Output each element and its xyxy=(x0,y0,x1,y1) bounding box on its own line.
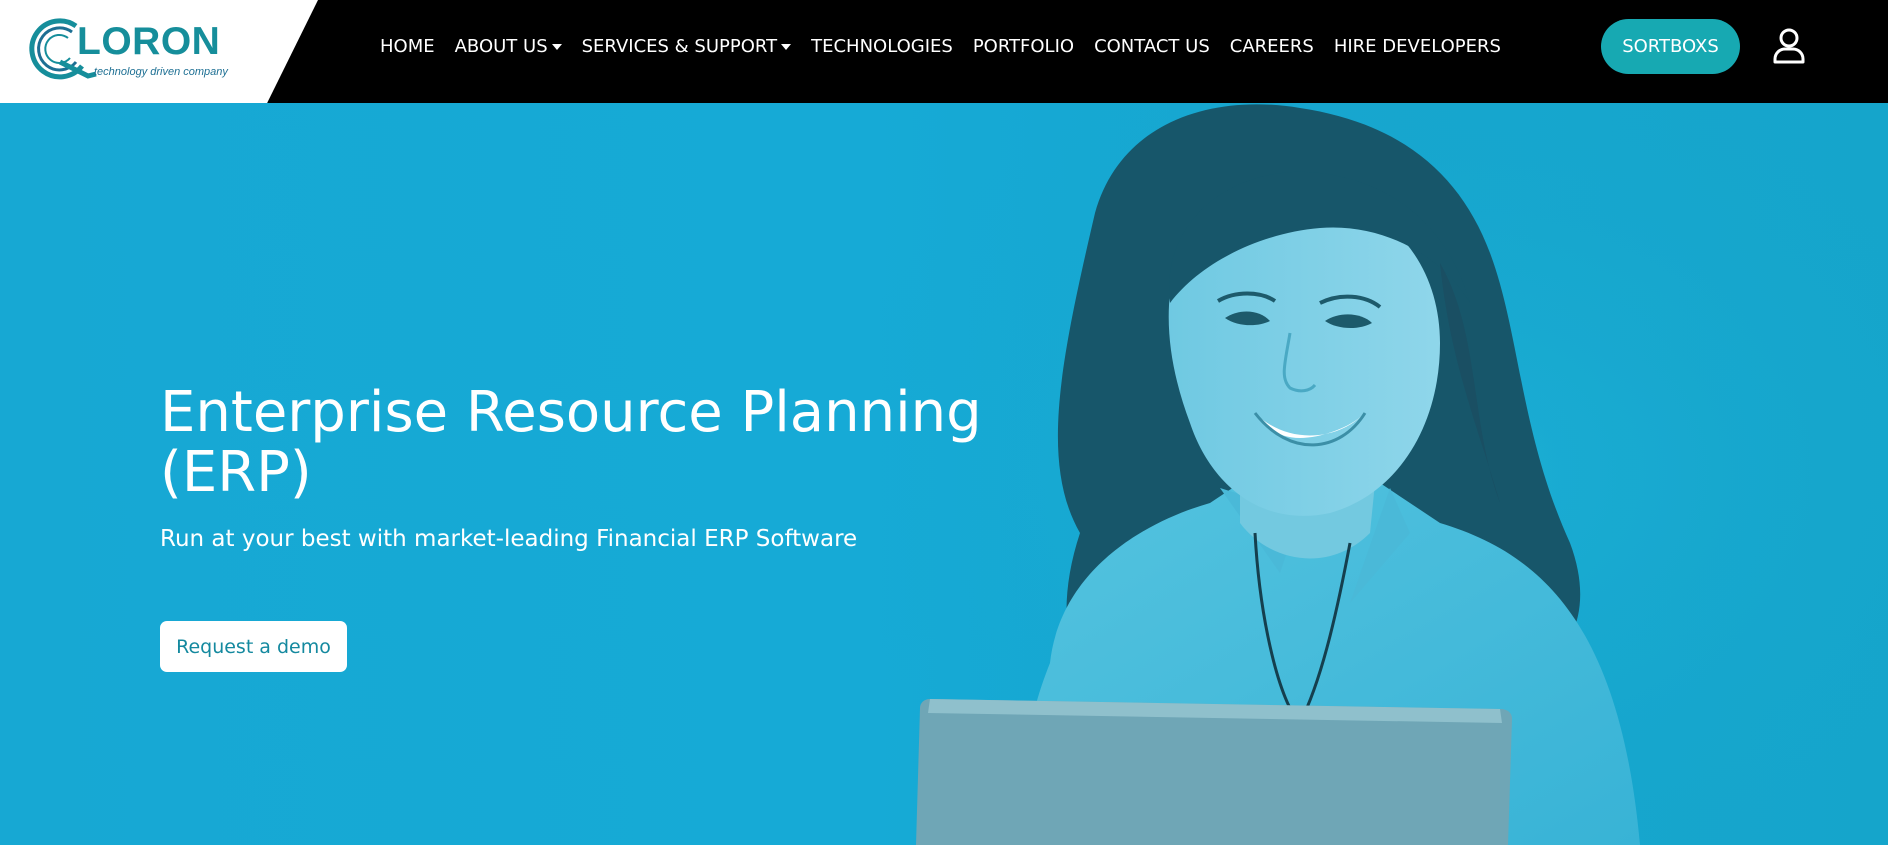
nav-careers-label: CAREERS xyxy=(1229,36,1314,57)
nav-about-us-label: ABOUT US xyxy=(454,36,548,57)
top-navbar: LORON technology driven company HOME ABO… xyxy=(0,0,1888,103)
nav-portfolio[interactable]: PORTFOLIO xyxy=(973,36,1074,57)
nav-contact-us[interactable]: CONTACT US xyxy=(1094,36,1210,57)
nav-home[interactable]: HOME xyxy=(380,36,435,57)
nav-technologies[interactable]: TECHNOLOGIES xyxy=(811,36,953,57)
logo[interactable]: LORON technology driven company xyxy=(0,0,318,103)
nav-hire-developers-label: HIRE DEVELOPERS xyxy=(1333,36,1501,57)
hero-subtitle: Run at your best with market-leading Fin… xyxy=(160,526,858,552)
user-icon[interactable] xyxy=(1772,28,1806,64)
hero-title: Enterprise Resource Planning (ERP) xyxy=(160,380,982,505)
request-demo-button[interactable]: Request a demo xyxy=(160,621,347,672)
sortboxes-button[interactable]: SORTBOXS xyxy=(1601,19,1740,74)
nav-portfolio-label: PORTFOLIO xyxy=(972,36,1075,57)
nav-careers[interactable]: CAREERS xyxy=(1230,36,1314,57)
logo-wordmark: LORON xyxy=(77,20,221,63)
nav-hire-developers[interactable]: HIRE DEVELOPERS xyxy=(1334,36,1501,57)
nav-home-label: HOME xyxy=(380,36,435,57)
nav-contact-us-label: CONTACT US xyxy=(1094,36,1210,57)
logo-tagline: technology driven company xyxy=(94,66,228,78)
nav-services-support[interactable]: SERVICES & SUPPORT xyxy=(581,36,792,57)
main-nav: HOME ABOUT US SERVICES & SUPPORT TECHNOL… xyxy=(380,0,1521,93)
chevron-down-icon xyxy=(781,43,792,50)
hero-section: Enterprise Resource Planning (ERP) Run a… xyxy=(0,103,1888,845)
chevron-down-icon xyxy=(551,43,562,50)
nav-services-support-label: SERVICES & SUPPORT xyxy=(581,36,778,57)
hero-woman-laptop-image xyxy=(880,103,1888,845)
nav-about-us[interactable]: ABOUT US xyxy=(455,36,562,57)
nav-technologies-label: TECHNOLOGIES xyxy=(811,36,953,57)
